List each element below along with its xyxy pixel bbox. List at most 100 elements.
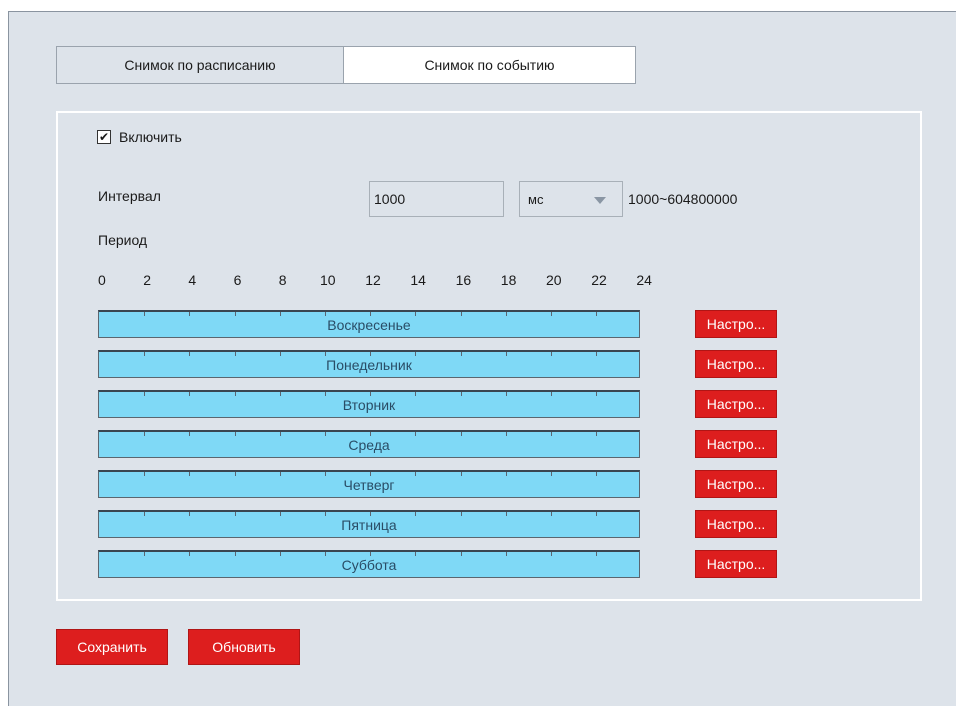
hour-tick bbox=[234, 472, 236, 476]
interval-input[interactable] bbox=[369, 181, 504, 217]
day-setup-button[interactable]: Настро... bbox=[695, 430, 777, 458]
day-schedule-bar[interactable]: Воскресенье bbox=[98, 310, 640, 338]
day-setup-button[interactable]: Настро... bbox=[695, 350, 777, 378]
day-schedule-bar[interactable]: Среда bbox=[98, 430, 640, 458]
hour-label: 16 bbox=[455, 272, 472, 288]
hour-tick bbox=[189, 432, 191, 436]
hour-tick bbox=[505, 352, 507, 356]
hour-label: 14 bbox=[410, 272, 426, 288]
day-setup-button[interactable]: Настро... bbox=[695, 310, 777, 338]
hour-tick bbox=[279, 552, 281, 556]
hour-tick bbox=[279, 432, 281, 436]
day-name: Суббота bbox=[341, 556, 397, 573]
hour-tick bbox=[234, 512, 236, 516]
refresh-button[interactable]: Обновить bbox=[188, 629, 300, 665]
hour-tick bbox=[415, 312, 417, 316]
day-setup-button[interactable]: Настро... bbox=[695, 510, 777, 538]
save-button[interactable]: Сохранить bbox=[56, 629, 168, 665]
day-schedule-bar[interactable]: Пятница bbox=[98, 510, 640, 538]
hour-tick bbox=[551, 352, 552, 356]
hour-tick bbox=[415, 392, 417, 396]
day-setup-button[interactable]: Настро... bbox=[695, 390, 777, 418]
hour-tick bbox=[189, 392, 191, 396]
hour-tick bbox=[325, 512, 326, 516]
day-schedule-bar[interactable]: Суббота bbox=[98, 550, 640, 578]
hour-tick bbox=[189, 512, 191, 516]
hour-tick bbox=[551, 512, 552, 516]
hour-tick bbox=[415, 352, 417, 356]
day-setup-button[interactable]: Настро... bbox=[695, 550, 777, 578]
hour-tick bbox=[551, 432, 552, 436]
hour-tick bbox=[234, 392, 236, 396]
hour-tick bbox=[370, 312, 372, 316]
hour-tick bbox=[596, 552, 598, 556]
chevron-down-icon bbox=[594, 197, 606, 204]
hour-tick bbox=[460, 392, 462, 396]
day-name: Среда bbox=[348, 436, 390, 453]
day-schedule-bar[interactable]: Вторник bbox=[98, 390, 640, 418]
tab-event-snapshot[interactable]: Снимок по событию bbox=[344, 46, 636, 84]
hour-tick bbox=[234, 312, 236, 316]
enable-checkbox[interactable]: ✔ bbox=[97, 130, 111, 144]
hour-tick bbox=[460, 512, 462, 516]
hour-label: 6 bbox=[233, 272, 242, 288]
hour-tick bbox=[144, 392, 146, 396]
day-row: Среда bbox=[98, 430, 640, 458]
hour-label: 0 bbox=[98, 272, 106, 288]
hour-tick bbox=[325, 552, 326, 556]
hour-tick bbox=[551, 472, 552, 476]
hour-tick bbox=[460, 552, 462, 556]
day-name: Воскресенье bbox=[327, 316, 411, 333]
hour-tick bbox=[551, 392, 552, 396]
hour-tick bbox=[279, 472, 281, 476]
hour-tick bbox=[325, 432, 326, 436]
day-row: Воскресенье bbox=[98, 310, 640, 338]
hour-tick bbox=[596, 392, 598, 396]
day-name: Вторник bbox=[342, 396, 396, 413]
hour-tick bbox=[144, 352, 146, 356]
period-label: Период bbox=[98, 232, 148, 248]
day-schedule-bar[interactable]: Четверг bbox=[98, 470, 640, 498]
hour-tick bbox=[279, 512, 281, 516]
day-name: Пятница bbox=[341, 516, 397, 533]
hour-label: 12 bbox=[365, 272, 381, 288]
hour-tick bbox=[551, 552, 552, 556]
hour-tick bbox=[189, 352, 191, 356]
tab-scheduled-snapshot[interactable]: Снимок по расписанию bbox=[56, 46, 344, 84]
hour-tick bbox=[279, 392, 281, 396]
hour-tick bbox=[325, 312, 326, 316]
hour-tick bbox=[144, 312, 146, 316]
day-name: Понедельник bbox=[326, 356, 412, 373]
hour-tick bbox=[460, 312, 462, 316]
hour-tick bbox=[415, 432, 417, 436]
hour-tick bbox=[415, 512, 417, 516]
hour-tick bbox=[596, 512, 598, 516]
hour-scale: 0 2 4 6 8 10 12 14 16 18 20 22 24 bbox=[0, 272, 700, 290]
hour-tick bbox=[505, 512, 507, 516]
hour-tick bbox=[370, 392, 372, 396]
day-schedule-bar[interactable]: Понедельник bbox=[98, 350, 640, 378]
interval-range-hint: 1000~604800000 bbox=[628, 191, 738, 207]
hour-tick bbox=[189, 552, 191, 556]
hour-tick bbox=[144, 432, 146, 436]
hour-tick bbox=[144, 512, 146, 516]
hour-tick bbox=[144, 552, 146, 556]
interval-label: Интервал bbox=[98, 188, 161, 204]
hour-tick bbox=[279, 352, 281, 356]
hour-tick bbox=[370, 432, 372, 436]
interval-unit-select[interactable]: мс bbox=[519, 181, 623, 217]
day-row: Суббота bbox=[98, 550, 640, 578]
day-setup-button[interactable]: Настро... bbox=[695, 470, 777, 498]
hour-label: 8 bbox=[278, 272, 287, 288]
hour-tick bbox=[460, 432, 462, 436]
hour-label: 4 bbox=[188, 272, 197, 288]
day-row: Вторник bbox=[98, 390, 640, 418]
day-name: Четверг bbox=[343, 476, 395, 493]
hour-tick bbox=[460, 352, 462, 356]
hour-tick bbox=[596, 352, 598, 356]
enable-row: ✔ Включить bbox=[97, 129, 182, 145]
hour-tick bbox=[505, 472, 507, 476]
day-row: Понедельник bbox=[98, 350, 640, 378]
hour-tick bbox=[234, 432, 236, 436]
hour-tick bbox=[370, 552, 372, 556]
